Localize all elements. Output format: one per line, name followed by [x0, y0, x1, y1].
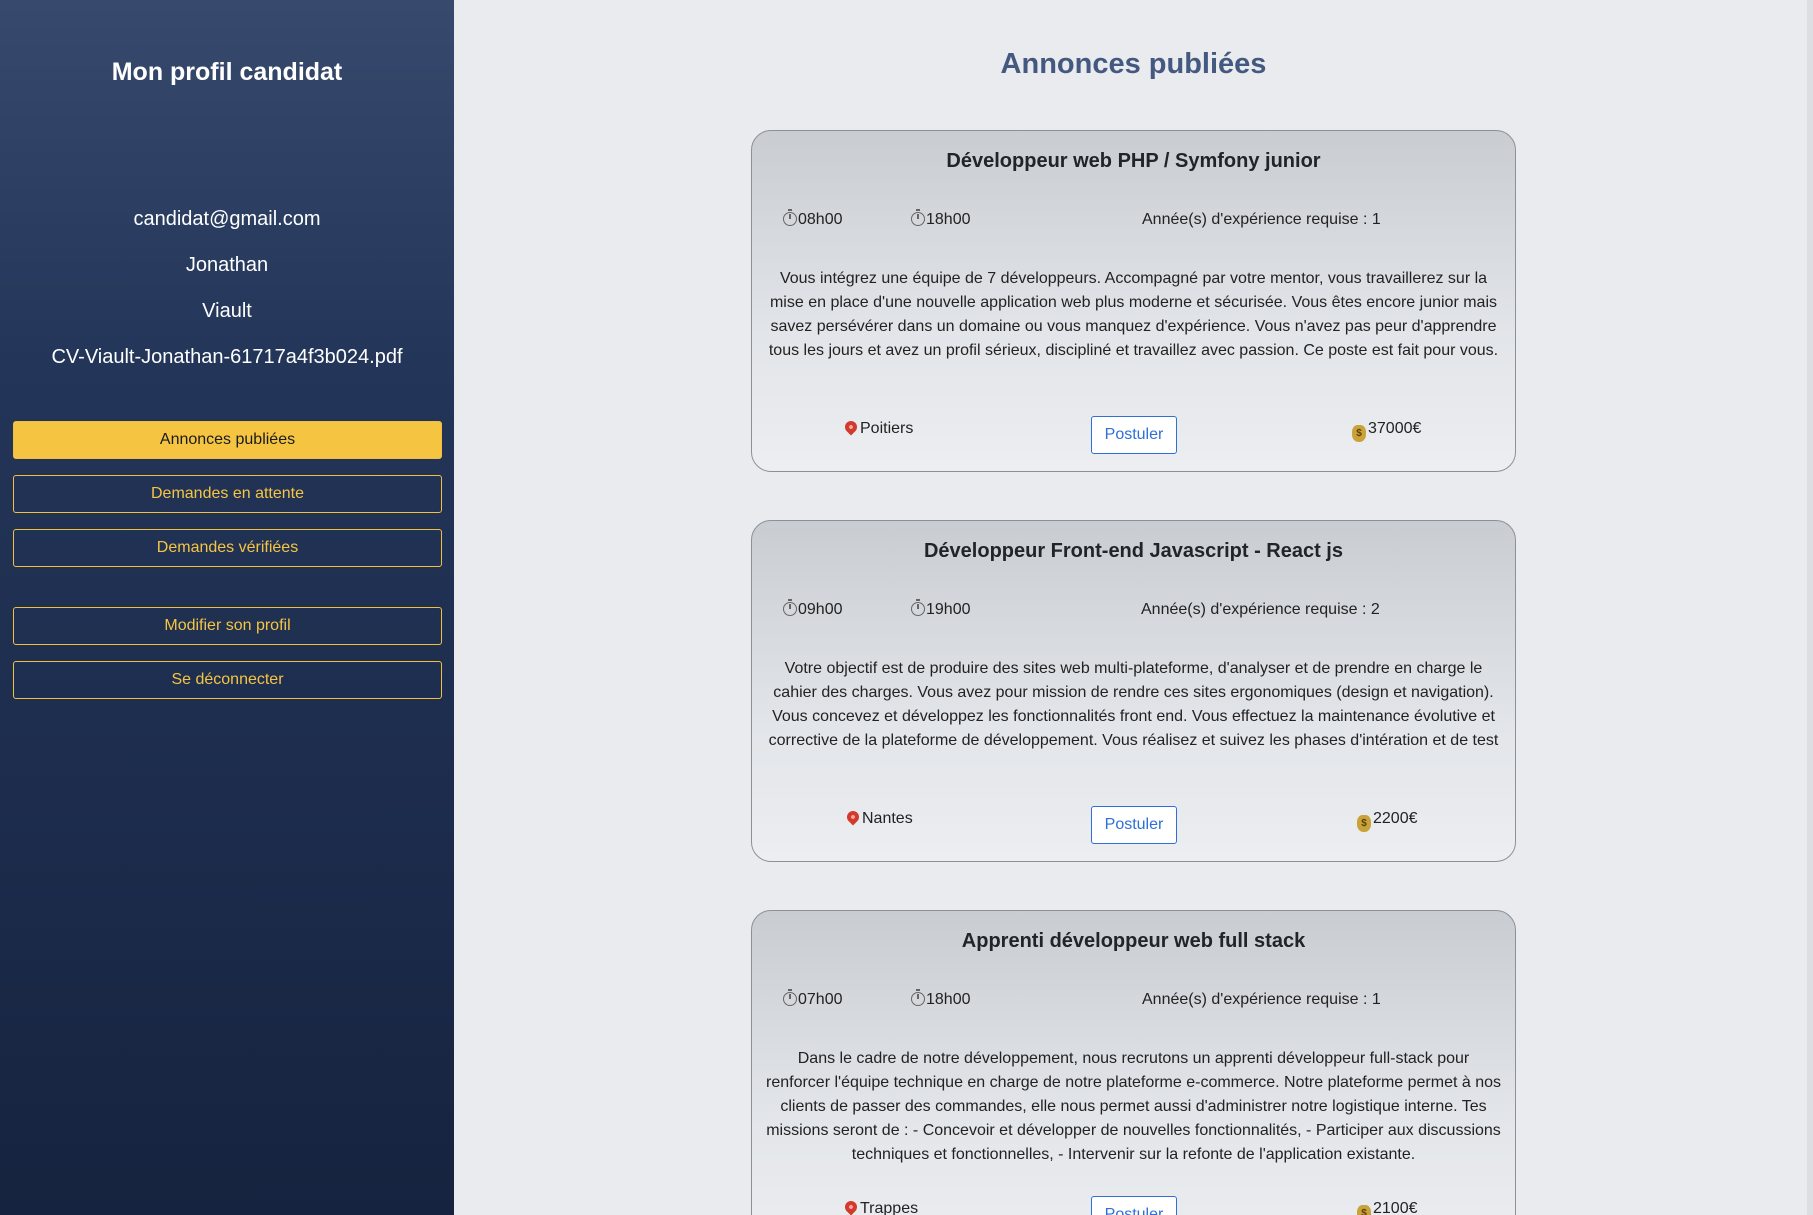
offer-title: Développeur web PHP / Symfony junior — [946, 150, 1321, 172]
page-title: Annonces publiées — [1000, 48, 1267, 80]
job-offer-card: Développeur web PHP / Symfony junior 08h… — [751, 130, 1516, 472]
offer-description: Dans le cadre de notre développement, no… — [766, 1050, 1501, 1163]
stopwatch-icon — [783, 209, 797, 226]
money-bag-icon: $ — [1357, 1205, 1371, 1215]
logout-button[interactable]: Se déconnecter — [13, 661, 442, 699]
offer-start-time: 08h00 — [783, 209, 843, 229]
job-offer-card: Développeur Front-end Javascript - React… — [751, 520, 1516, 862]
offer-salary: $37000€ — [1352, 420, 1421, 442]
offer-location: Poitiers — [842, 418, 913, 438]
offer-end-time: 19h00 — [911, 599, 971, 619]
job-offer-card: Apprenti développeur web full stack 07h0… — [751, 910, 1516, 1215]
apply-button[interactable]: Postuler — [1091, 806, 1177, 844]
offer-experience: Année(s) d'expérience requise : 2 — [1141, 601, 1380, 618]
profile-first-name: Jonathan — [185, 254, 269, 276]
apply-button[interactable]: Postuler — [1091, 416, 1177, 454]
offer-experience: Année(s) d'expérience requise : 1 — [1142, 211, 1381, 228]
offer-salary: $2100€ — [1357, 1200, 1418, 1215]
offer-experience: Année(s) d'expérience requise : 1 — [1142, 991, 1381, 1008]
stopwatch-icon — [911, 599, 925, 616]
scrollbar-track[interactable] — [1807, 0, 1813, 1215]
money-bag-icon: $ — [1352, 425, 1366, 442]
offer-end-time: 18h00 — [911, 989, 971, 1009]
offer-start-time: 07h00 — [783, 989, 843, 1009]
offer-location: Nantes — [844, 808, 913, 828]
stopwatch-icon — [911, 989, 925, 1006]
offer-title: Apprenti développeur web full stack — [961, 930, 1306, 952]
offer-end-time: 18h00 — [911, 209, 971, 229]
profile-email: candidat@gmail.com — [133, 208, 321, 230]
nav-pending-requests-button[interactable]: Demandes en attente — [13, 475, 442, 513]
money-bag-icon: $ — [1357, 815, 1371, 832]
apply-button[interactable]: Postuler — [1091, 1196, 1177, 1215]
nav-verified-requests-button[interactable]: Demandes vérifiées — [13, 529, 442, 567]
location-pin-icon — [844, 808, 862, 826]
location-pin-icon — [842, 418, 860, 436]
stopwatch-icon — [783, 989, 797, 1006]
nav-published-offers-button[interactable]: Annonces publiées — [13, 421, 442, 459]
offer-location: Trappes — [842, 1198, 918, 1215]
stopwatch-icon — [911, 209, 925, 226]
main-content: Annonces publiées Développeur web PHP / … — [454, 0, 1813, 1215]
profile-cv-file[interactable]: CV-Viault-Jonathan-61717a4f3b024.pdf — [0, 346, 454, 369]
stopwatch-icon — [783, 599, 797, 616]
location-pin-icon — [842, 1198, 860, 1215]
offer-salary: $2200€ — [1357, 810, 1418, 832]
sidebar: Mon profil candidat candidat@gmail.com J… — [0, 0, 454, 1215]
offer-title: Développeur Front-end Javascript - React… — [923, 540, 1343, 562]
edit-profile-button[interactable]: Modifier son profil — [13, 607, 442, 645]
offer-description: Vous intégrez une équipe de 7 développeu… — [768, 270, 1499, 359]
offer-description: Votre objectif est de produire des sites… — [768, 660, 1499, 749]
sidebar-title: Mon profil candidat — [111, 58, 343, 86]
profile-last-name: Viault — [202, 300, 252, 322]
offer-start-time: 09h00 — [783, 599, 843, 619]
